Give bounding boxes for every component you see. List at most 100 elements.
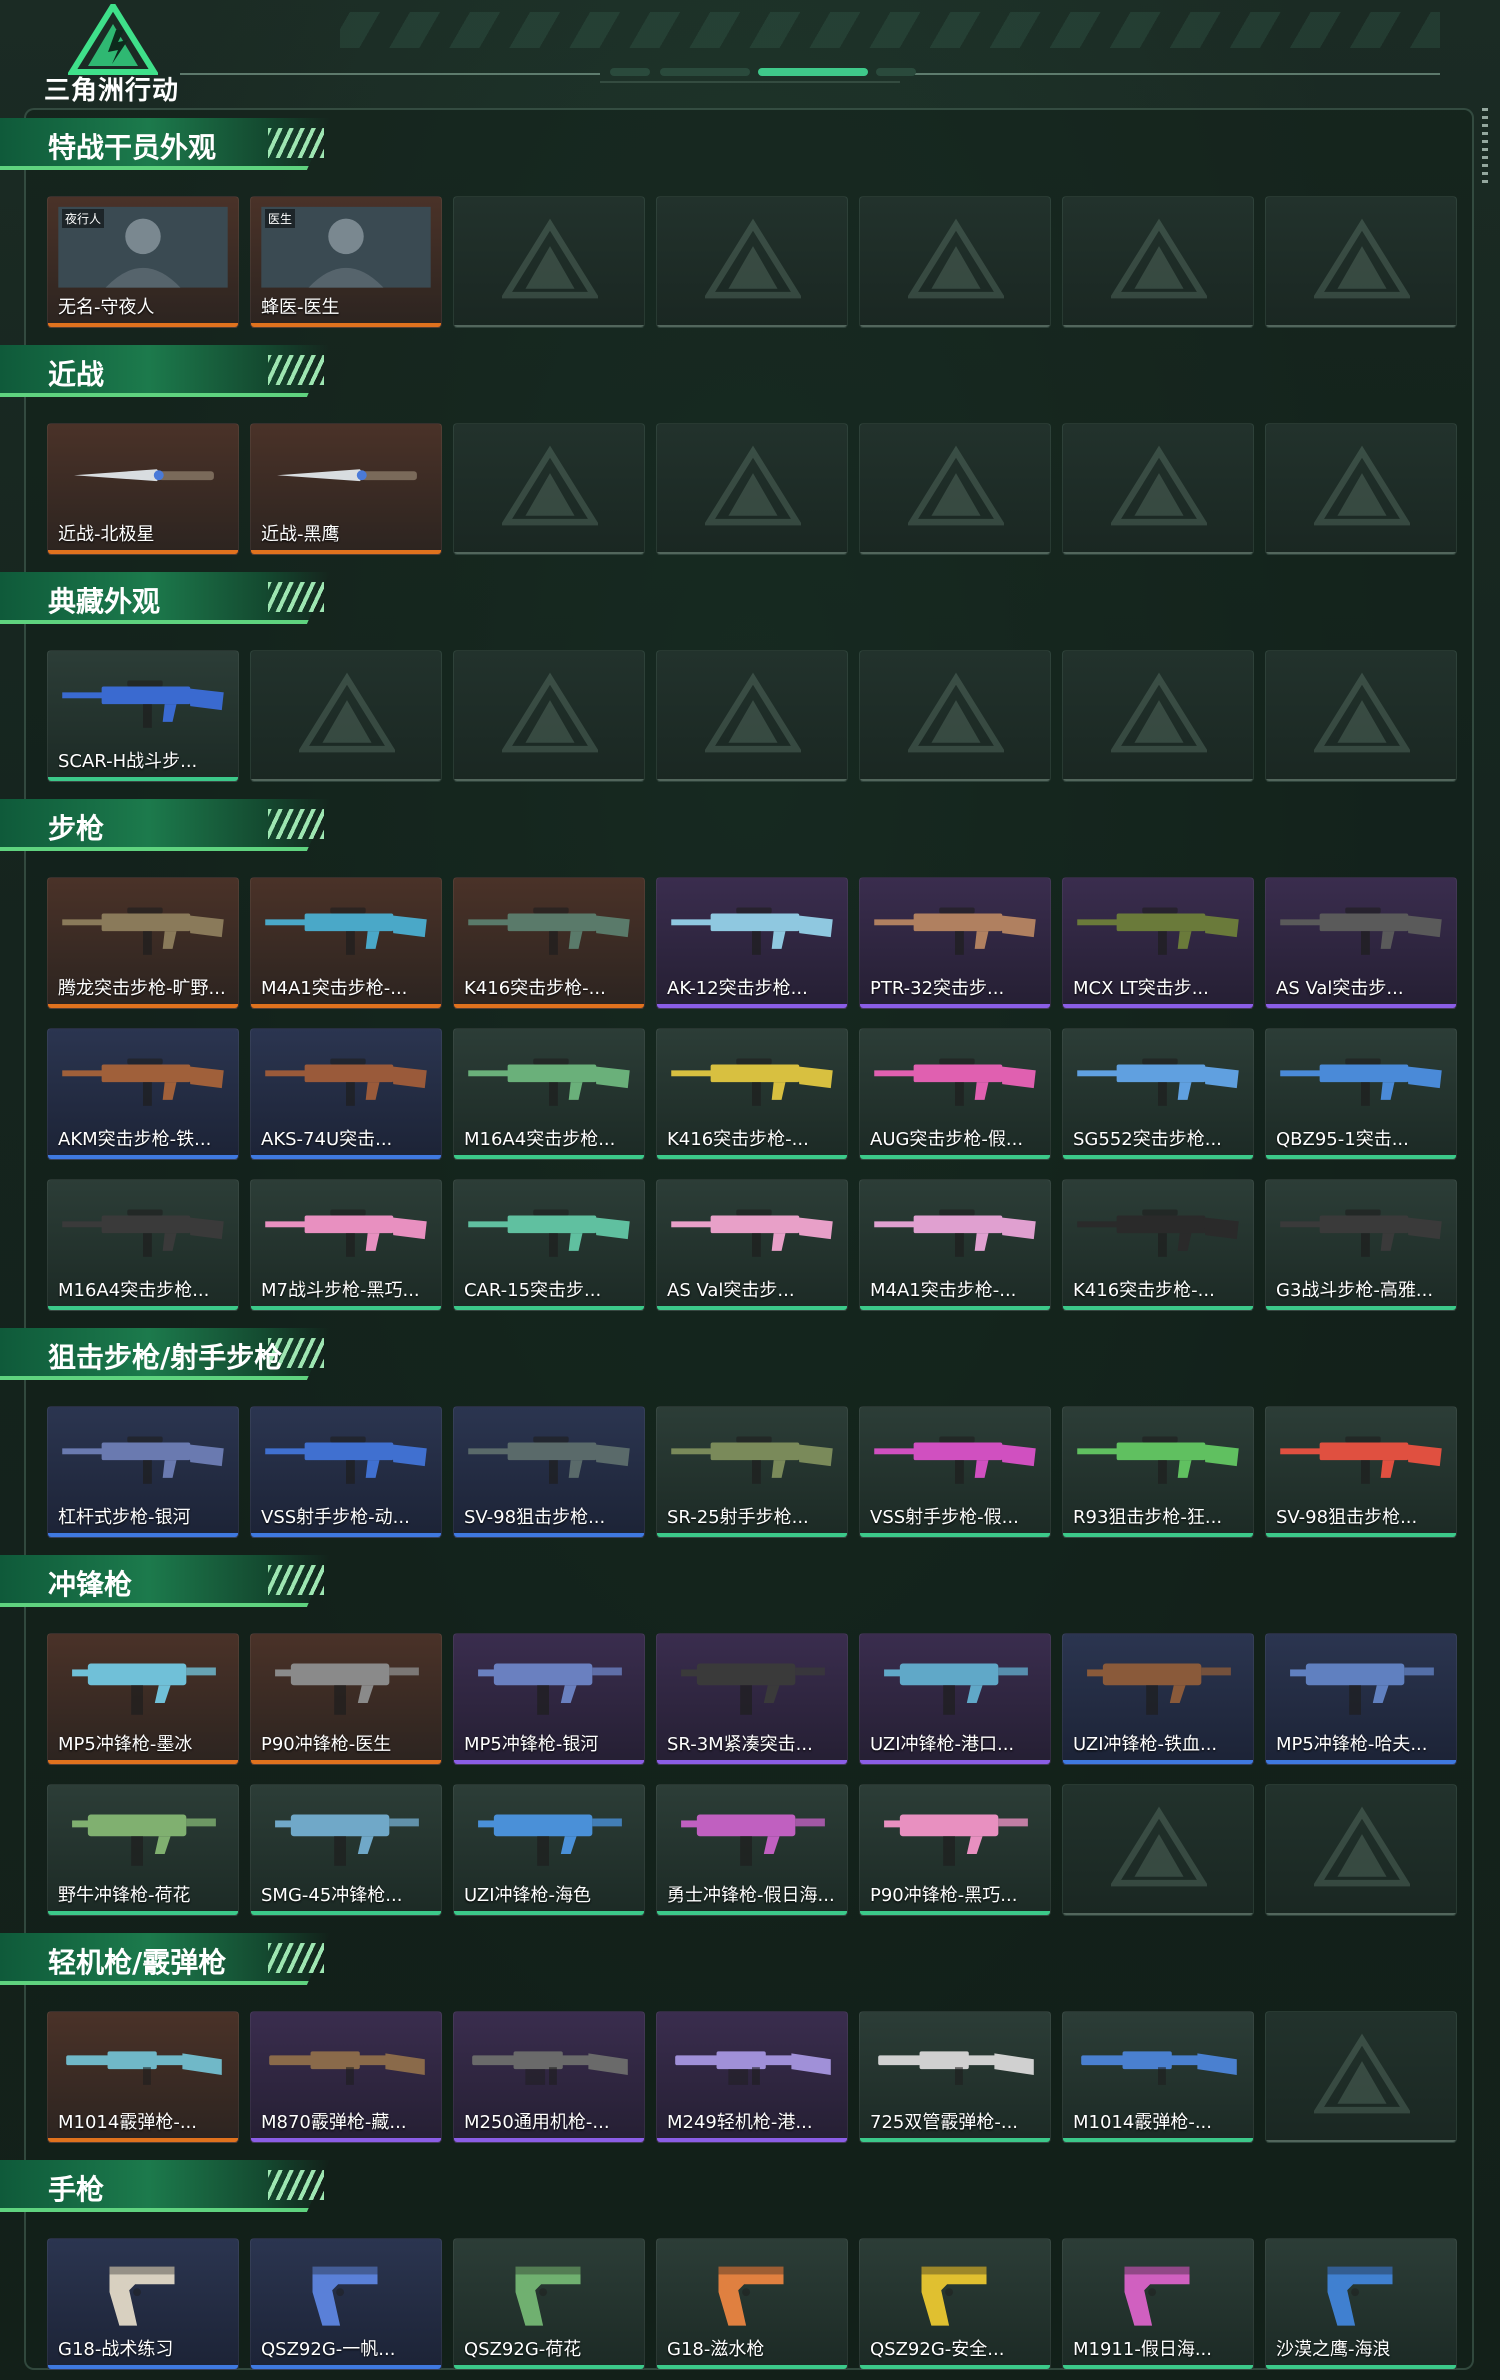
item-card[interactable]: R93狙击步枪-狂... (1062, 1406, 1254, 1538)
item-card[interactable]: M7战斗步枪-黑巧... (250, 1179, 442, 1311)
item-label: M249轻机枪-港... (667, 2112, 813, 2133)
item-card[interactable]: UZI冲锋枪-港口... (859, 1633, 1051, 1765)
item-card[interactable]: M250通用机枪-... (453, 2011, 645, 2143)
item-card[interactable]: SV-98狙击步枪... (453, 1406, 645, 1538)
item-card[interactable]: QSZ92G-荷花 (453, 2238, 645, 2370)
quality-bar (251, 1760, 441, 1764)
item-card[interactable]: M249轻机枪-港... (656, 2011, 848, 2143)
delta-watermark-icon (502, 672, 598, 753)
item-card[interactable]: M1911-假日海... (1062, 2238, 1254, 2370)
item-card[interactable]: G18-滋水枪 (656, 2238, 848, 2370)
empty-slot (656, 650, 848, 782)
item-card[interactable]: VSS射手步枪-假... (859, 1406, 1051, 1538)
quality-bar (1266, 1155, 1456, 1159)
item-card[interactable]: AS Val突击步... (656, 1179, 848, 1311)
slot-bar (1063, 1913, 1253, 1915)
item-card[interactable]: 野牛冲锋枪-荷花 (47, 1784, 239, 1916)
item-card[interactable]: MP5冲锋枪-墨冰 (47, 1633, 239, 1765)
item-card[interactable]: 夜行人 无名-守夜人 (47, 196, 239, 328)
item-card[interactable]: QSZ92G-一帆... (250, 2238, 442, 2370)
quality-bar (860, 1533, 1050, 1537)
item-card[interactable]: P90冲锋枪-黑巧... (859, 1784, 1051, 1916)
item-card[interactable]: M1014霰弹枪-... (1062, 2011, 1254, 2143)
item-card[interactable]: G18-战术练习 (47, 2238, 239, 2370)
item-card[interactable]: M4A1突击步枪-... (859, 1179, 1051, 1311)
item-card[interactable]: 近战-黑鹰 (250, 423, 442, 555)
item-card[interactable]: M16A4突击步枪... (453, 1028, 645, 1160)
slot-bar (860, 779, 1050, 781)
delta-watermark-icon (502, 218, 598, 299)
item-card[interactable]: MCX LT突击步... (1062, 877, 1254, 1009)
item-card[interactable]: M4A1突击步枪-... (250, 877, 442, 1009)
item-card[interactable]: AK-12突击步枪... (656, 877, 848, 1009)
item-label: CAR-15突击步... (464, 1280, 602, 1301)
quality-bar (251, 1306, 441, 1310)
item-card[interactable]: 医生 蜂医-医生 (250, 196, 442, 328)
item-card[interactable]: AS Val突击步... (1265, 877, 1457, 1009)
item-card[interactable]: K416突击步枪-... (656, 1028, 848, 1160)
quality-bar (454, 1911, 644, 1915)
section-title: 步枪 (48, 812, 105, 845)
item-card[interactable]: 杠杆式步枪-银河 (47, 1406, 239, 1538)
scrollbar[interactable] (1482, 108, 1488, 188)
slot-bar (860, 325, 1050, 327)
item-label: 腾龙突击步枪-旷野... (58, 978, 226, 999)
slot-bar (657, 552, 847, 554)
section-title: 近战 (48, 358, 105, 391)
item-card[interactable]: SCAR-H战斗步... (47, 650, 239, 782)
quality-bar (1266, 1306, 1456, 1310)
item-card[interactable]: VSS射手步枪-动... (250, 1406, 442, 1538)
item-card[interactable]: 勇士冲锋枪-假日海... (656, 1784, 848, 1916)
item-card[interactable]: K416突击步枪-... (1062, 1179, 1254, 1311)
item-card[interactable]: SG552突击步枪... (1062, 1028, 1254, 1160)
item-card[interactable]: G3战斗步枪-高雅... (1265, 1179, 1457, 1311)
item-label: VSS射手步枪-动... (261, 1507, 410, 1528)
quality-bar (454, 2365, 644, 2369)
quality-bar (1266, 1760, 1456, 1764)
quality-bar (251, 1155, 441, 1159)
item-card[interactable]: SV-98狙击步枪... (1265, 1406, 1457, 1538)
item-label: SV-98狙击步枪... (1276, 1507, 1418, 1528)
item-card[interactable]: PTR-32突击步... (859, 877, 1051, 1009)
slot-bar (1266, 325, 1456, 327)
item-card[interactable]: M1014霰弹枪-... (47, 2011, 239, 2143)
quality-bar (1063, 1306, 1253, 1310)
item-card[interactable]: SR-3M紧凑突击... (656, 1633, 848, 1765)
item-card[interactable]: M16A4突击步枪... (47, 1179, 239, 1311)
item-card[interactable]: M870霰弹枪-藏... (250, 2011, 442, 2143)
item-card[interactable]: QSZ92G-安全... (859, 2238, 1051, 2370)
quality-bar (48, 550, 238, 554)
item-label: 勇士冲锋枪-假日海... (667, 1885, 835, 1906)
item-card[interactable]: AKM突击步枪-铁... (47, 1028, 239, 1160)
section-header: 冲锋枪 (0, 1555, 330, 1607)
item-card[interactable]: SMG-45冲锋枪... (250, 1784, 442, 1916)
item-card[interactable]: CAR-15突击步... (453, 1179, 645, 1311)
empty-slot (1062, 423, 1254, 555)
quality-bar (251, 2138, 441, 2142)
item-card[interactable]: SR-25射手步枪... (656, 1406, 848, 1538)
item-card[interactable]: MP5冲锋枪-哈夫... (1265, 1633, 1457, 1765)
item-card[interactable]: UZI冲锋枪-铁血... (1062, 1633, 1254, 1765)
quality-bar (657, 1911, 847, 1915)
delta-watermark-icon (1314, 445, 1410, 526)
item-label: QSZ92G-荷花 (464, 2339, 582, 2360)
empty-slot (1265, 423, 1457, 555)
item-card[interactable]: QBZ95-1突击... (1265, 1028, 1457, 1160)
item-card[interactable]: UZI冲锋枪-海色 (453, 1784, 645, 1916)
item-card[interactable]: MP5冲锋枪-银河 (453, 1633, 645, 1765)
item-card[interactable]: K416突击步枪-... (453, 877, 645, 1009)
item-card[interactable]: AKS-74U突击... (250, 1028, 442, 1160)
item-card[interactable]: 725双管霰弹枪-... (859, 2011, 1051, 2143)
quality-bar (251, 1004, 441, 1008)
quality-bar (1063, 1155, 1253, 1159)
item-card[interactable]: 沙漠之鹰-海浪 (1265, 2238, 1457, 2370)
item-card[interactable]: 近战-北极星 (47, 423, 239, 555)
item-card[interactable]: 腾龙突击步枪-旷野... (47, 877, 239, 1009)
item-label: 近战-北极星 (58, 524, 155, 545)
item-card[interactable]: AUG突击步枪-假... (859, 1028, 1051, 1160)
section-title: 特战干员外观 (48, 131, 217, 164)
item-label: 蜂医-医生 (261, 297, 340, 318)
section-title: 典藏外观 (48, 585, 161, 618)
quality-bar (1266, 1004, 1456, 1008)
item-card[interactable]: P90冲锋枪-医生 (250, 1633, 442, 1765)
